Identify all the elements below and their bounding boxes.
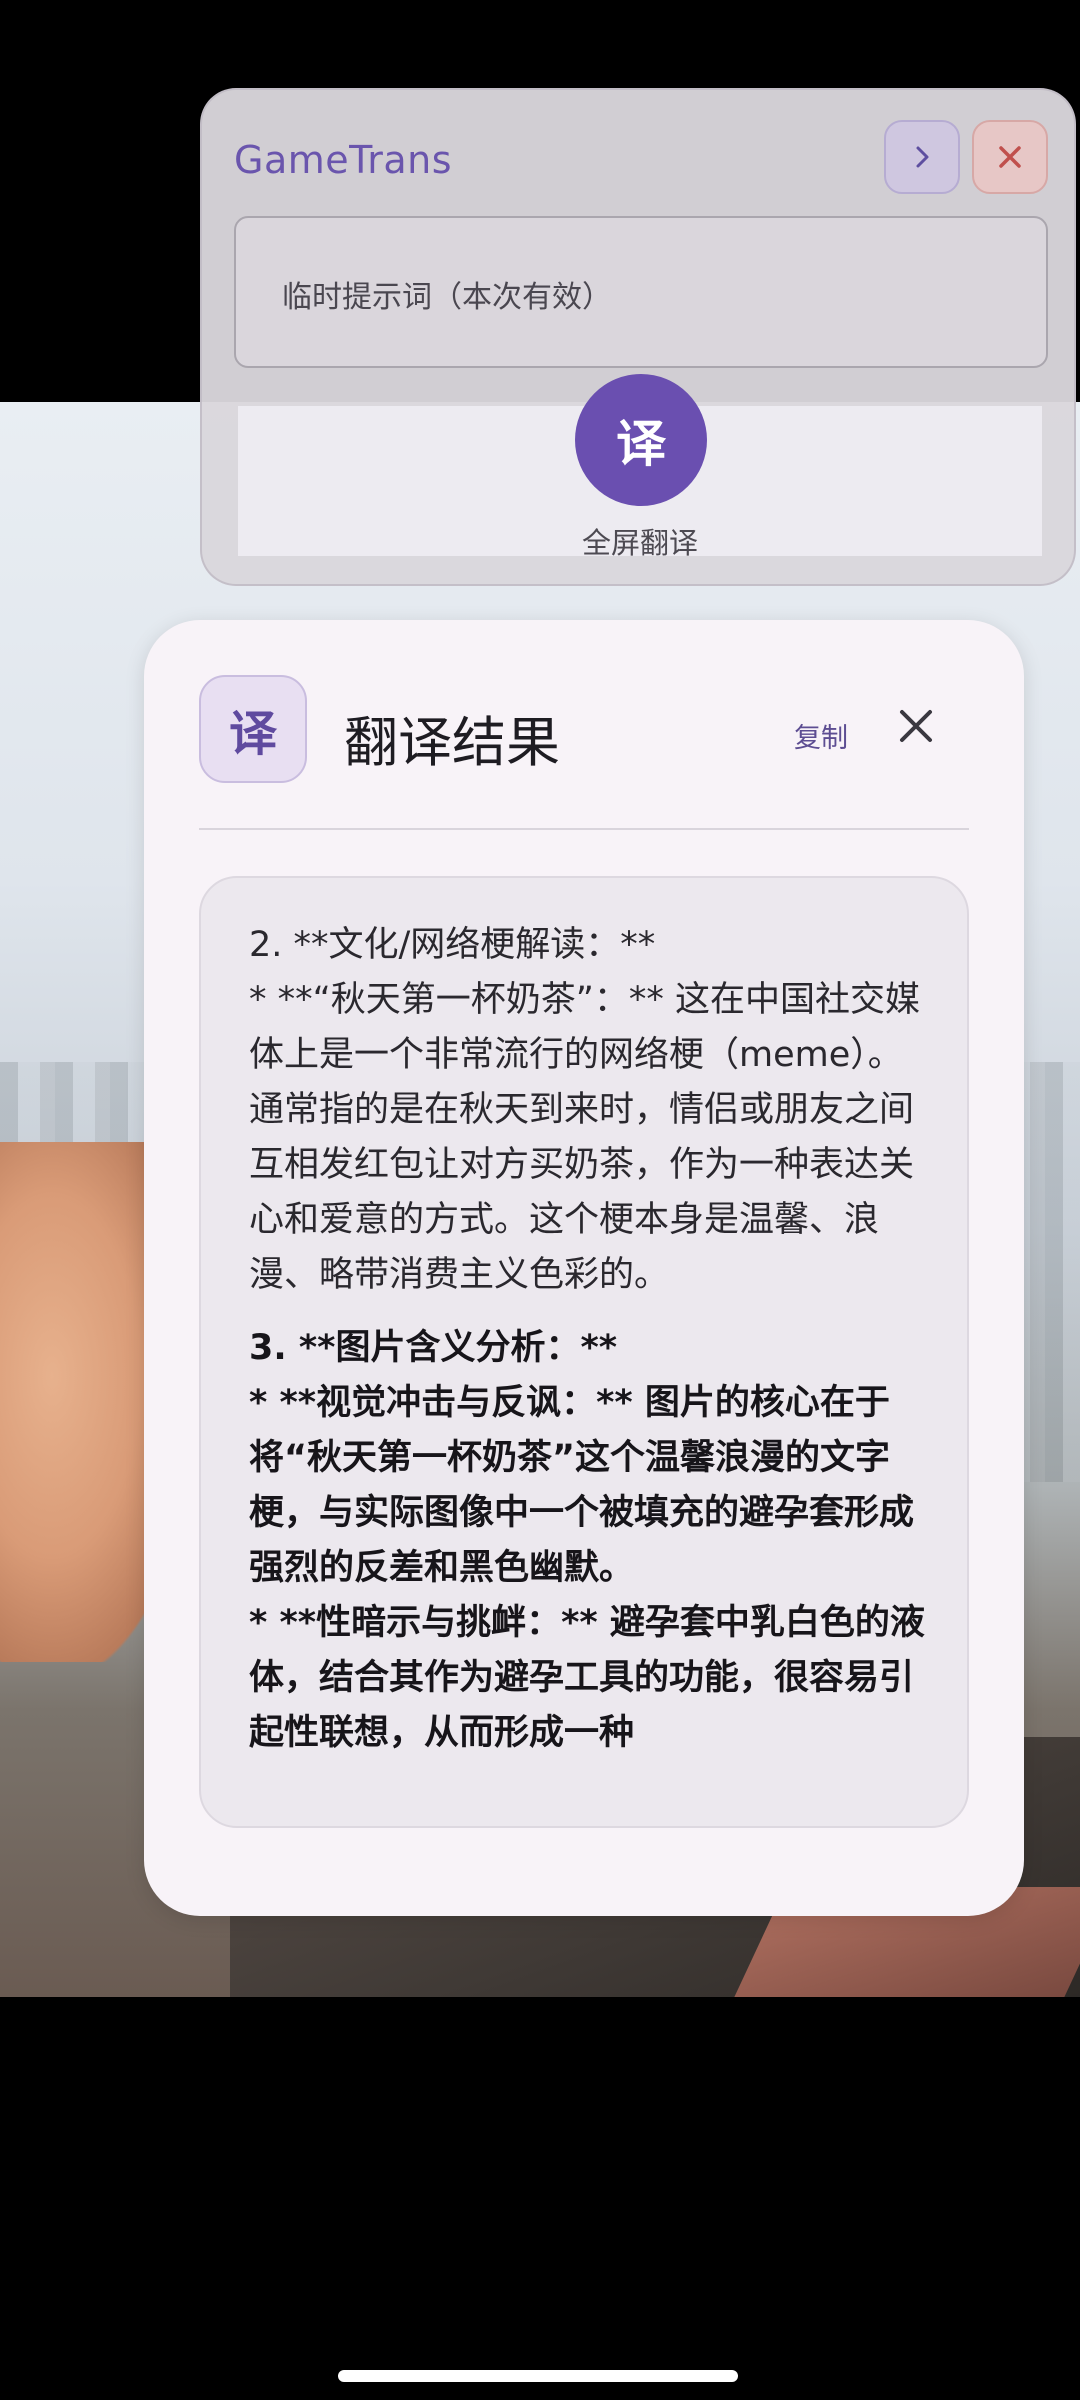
paragraph-heading-3: 3. **图片含义分析：** (249, 1328, 618, 1368)
prompt-input[interactable]: 临时提示词（本次有效） (234, 216, 1048, 368)
close-icon (900, 710, 932, 742)
fullscreen-translate-label: 全屏翻译 (581, 526, 698, 560)
translation-text: 2. **文化/网络梗解读：** * **“秋天第一杯奶茶”：** 这在中国社交… (249, 918, 929, 1761)
paragraph-meme: * **“秋天第一杯奶茶”：** 这在中国社交媒体上是一个非常流行的网络梗（me… (249, 980, 921, 1295)
divider (199, 828, 969, 830)
panel-close-button[interactable] (972, 120, 1048, 194)
paragraph-visual: * **视觉冲击与反讽：** 图片的核心在于将“秋天第一杯奶茶”这个温馨浪漫的文… (249, 1383, 915, 1588)
translate-glyph: 译 (616, 415, 666, 473)
fullscreen-translate-button[interactable]: 译 (575, 374, 707, 506)
close-icon (999, 146, 1021, 168)
prompt-placeholder: 临时提示词（本次有效） (282, 280, 612, 315)
paragraph-innuendo: * **性暗示与挑衅：** 避孕套中乳白色的液体，结合其作为避孕工具的功能，很容… (249, 1603, 925, 1753)
translate-icon: 译 (199, 675, 307, 783)
card-title: 翻译结果 (344, 711, 560, 774)
paragraph-heading-2: 2. **文化/网络梗解读：** (249, 925, 656, 965)
next-button[interactable] (884, 120, 960, 194)
translate-icon-glyph: 译 (228, 706, 277, 762)
chevron-right-icon (916, 146, 929, 168)
gametrans-floating-panel: GameTrans 临时提示词（本次有效） 译 全屏翻译 (200, 88, 1076, 586)
card-close-button[interactable] (892, 702, 940, 750)
translation-result-card: 译 翻译结果 复制 2. **文化/网络梗解读：** * **“秋天第一杯奶茶”… (144, 620, 1024, 1916)
home-indicator[interactable] (338, 2370, 738, 2382)
translation-text-area[interactable]: 2. **文化/网络梗解读：** * **“秋天第一杯奶茶”：** 这在中国社交… (199, 876, 969, 1828)
app-title: GameTrans (234, 138, 453, 182)
copy-button[interactable]: 复制 (794, 716, 848, 755)
